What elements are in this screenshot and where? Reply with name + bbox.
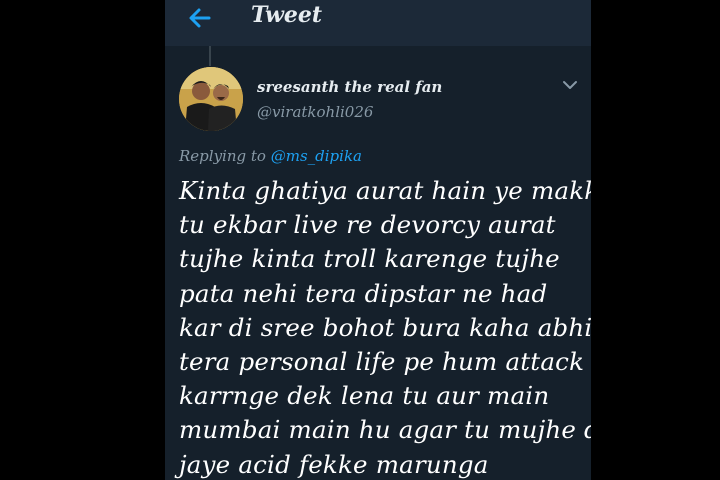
replying-to: Replying to @ms_dipika	[179, 147, 362, 165]
tweet-screen: Tweet sreesanth the real fan @viratkohli…	[165, 0, 591, 480]
page-title: Tweet	[251, 2, 323, 28]
thread-connector	[209, 46, 211, 66]
tweet-text-line: tera personal life pe hum attack	[179, 347, 585, 377]
tweet-text-line: pata nehi tera dipstar ne had	[179, 278, 548, 308]
tweet-text-line: Kinta ghatiya aurat hain ye makki	[179, 176, 591, 205]
tweet-text-line: tu ekbar live re devorcy aurat	[179, 210, 556, 240]
top-bar: Tweet	[165, 0, 591, 46]
chevron-down-icon	[563, 81, 577, 89]
replying-prefix: Replying to	[179, 147, 266, 165]
display-name[interactable]: sreesanth the real fan	[257, 78, 442, 96]
user-handle[interactable]: @viratkohli026	[257, 103, 373, 121]
tweet-text: Kinta ghatiya aurat hain ye makki tu ekb…	[179, 174, 591, 480]
back-button[interactable]	[183, 4, 217, 32]
avatar[interactable]	[179, 67, 243, 131]
tweet-text-line: jaye acid fekke marunga	[179, 449, 489, 479]
tweet-menu-button[interactable]	[561, 76, 579, 94]
tweet-text-line: tujhe kinta troll karenge tujhe	[179, 244, 560, 274]
arrow-left-icon	[189, 8, 211, 28]
profile-photo-icon	[179, 67, 243, 131]
tweet-text-line: kar di sree bohot bura kaha abhi	[179, 312, 591, 342]
tweet-text-line: mumbai main hu agar tu mujhe dik	[179, 415, 591, 445]
tweet-text-line: karrnge dek lena tu aur main	[179, 381, 550, 411]
mention-link[interactable]: @ms_dipika	[271, 147, 362, 165]
